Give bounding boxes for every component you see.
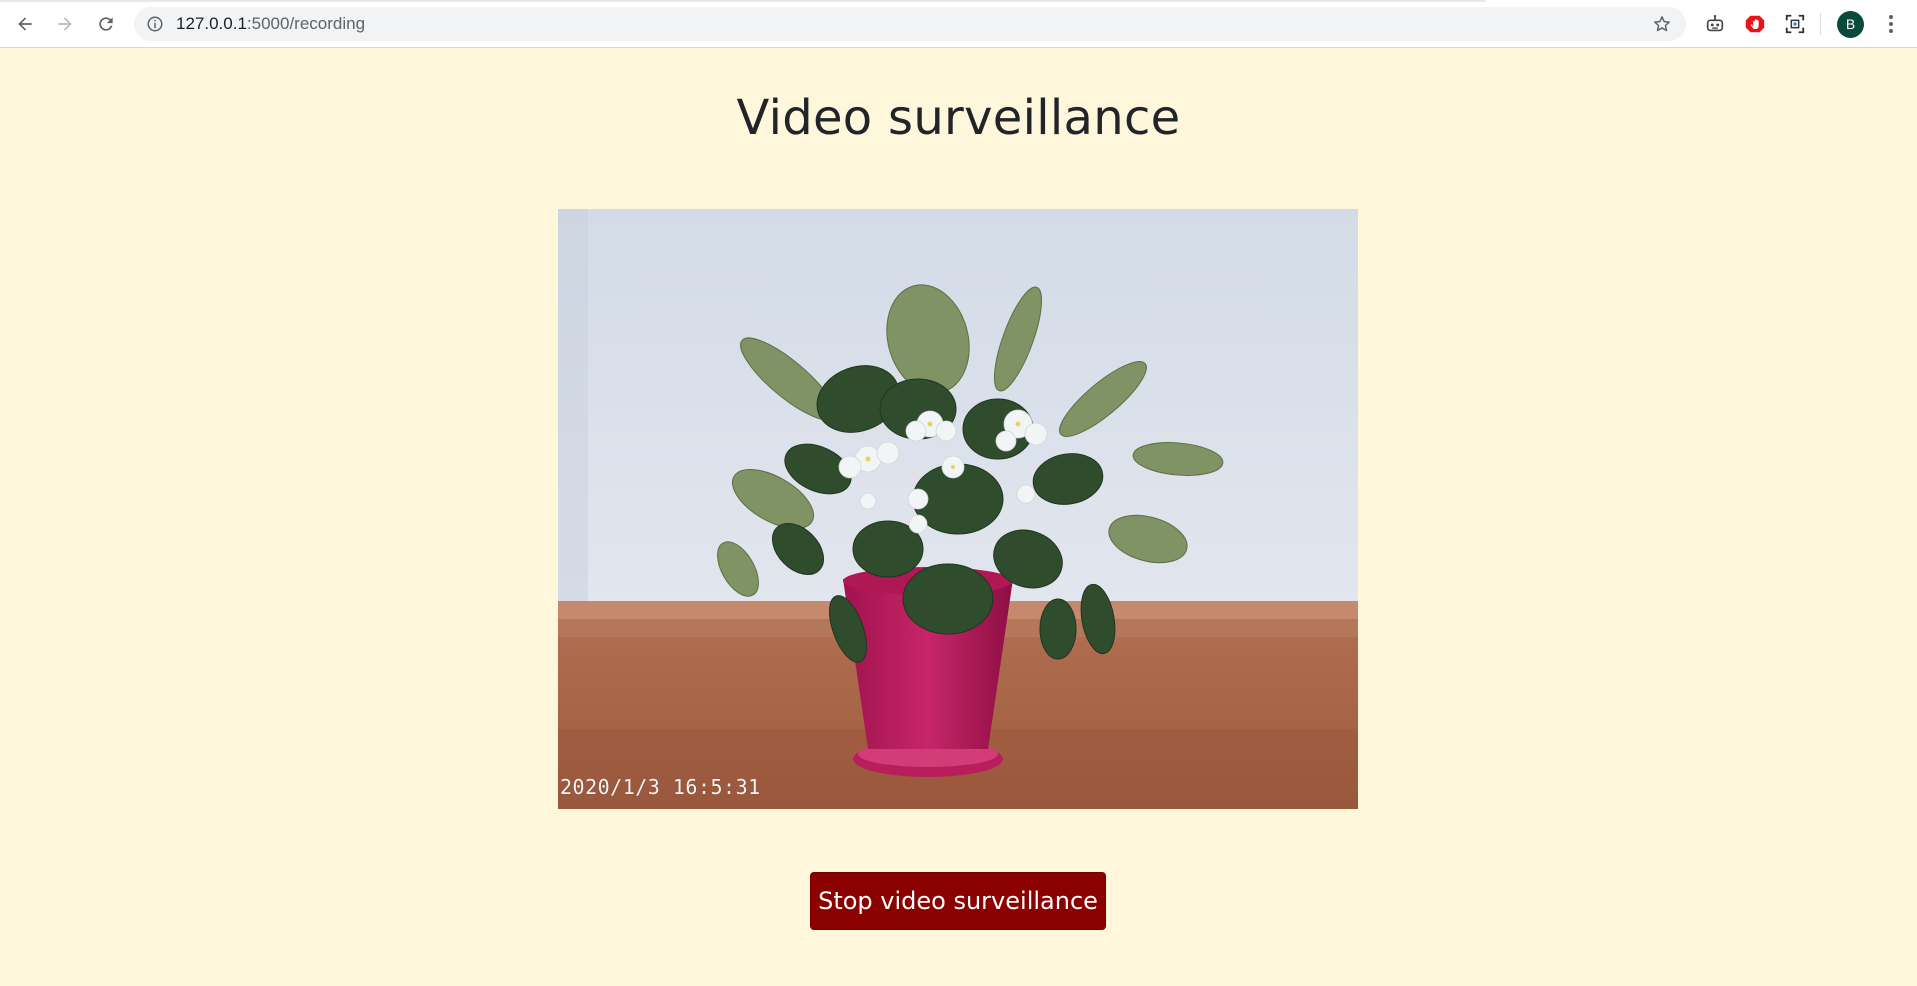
toolbar-divider xyxy=(1820,13,1821,35)
url-path: :5000/recording xyxy=(246,14,366,33)
reload-icon xyxy=(99,17,113,31)
back-arrow-icon xyxy=(18,17,32,31)
address-bar[interactable]: 127.0.0.1:5000/recording xyxy=(134,7,1686,41)
back-button[interactable] xyxy=(12,11,38,37)
star-icon[interactable] xyxy=(1652,14,1672,34)
browser-toolbar: 127.0.0.1:5000/recording B xyxy=(0,0,1917,48)
reload-button[interactable] xyxy=(93,11,119,37)
url-text[interactable]: 127.0.0.1:5000/recording xyxy=(176,14,365,34)
page-load-progress xyxy=(0,0,1486,2)
info-icon[interactable] xyxy=(146,15,164,33)
forward-arrow-icon xyxy=(58,17,72,31)
screen-capture-extension-button[interactable] xyxy=(1783,12,1807,36)
video-timestamp: 2020/1/3 16:5:31 xyxy=(560,775,761,799)
stop-hand-extension-icon xyxy=(1745,15,1765,33)
screen-capture-extension-icon xyxy=(1785,14,1805,34)
robot-extension-button[interactable] xyxy=(1703,12,1727,36)
robot-extension-icon xyxy=(1706,15,1724,32)
stop-surveillance-button[interactable]: Stop video surveillance xyxy=(810,872,1106,930)
video-stream: 2020/1/3 16:5:31 xyxy=(558,209,1358,809)
url-host: 127.0.0.1 xyxy=(176,14,247,33)
stop-hand-extension-button[interactable] xyxy=(1743,12,1767,36)
video-frame-image xyxy=(558,209,1358,809)
page-title: Video surveillance xyxy=(736,90,1181,146)
kebab-menu-icon[interactable] xyxy=(1882,12,1900,36)
forward-button[interactable] xyxy=(52,11,78,37)
profile-avatar[interactable]: B xyxy=(1837,11,1864,38)
